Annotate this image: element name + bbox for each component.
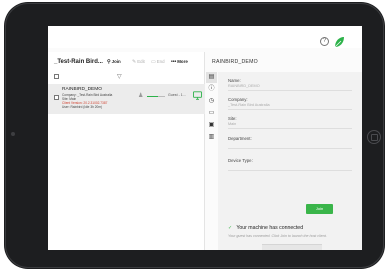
join-button[interactable]: ⚲Join (107, 59, 121, 65)
chat-icon[interactable]: ▭ (208, 110, 215, 117)
filter-icon[interactable]: ▽ (117, 74, 123, 80)
divider (228, 128, 352, 129)
top-bar: ? (48, 26, 362, 48)
divider (228, 148, 352, 149)
ellipsis-icon: ••• (171, 59, 177, 65)
detail-title: RAINBIRD_DEMO (212, 59, 258, 65)
row-checkbox[interactable] (54, 95, 59, 100)
sessions-icon[interactable]: ▤ (208, 74, 215, 81)
leaf-logo-icon (334, 37, 344, 48)
connected-title: Your machine has connected (236, 225, 304, 231)
question-circle-icon[interactable]: ? (320, 37, 329, 46)
notes-icon[interactable]: ▥ (208, 134, 215, 141)
checkmark-icon: ✓ (228, 225, 233, 231)
screen-preview-thumbnail[interactable] (262, 244, 322, 250)
join-session-button[interactable]: Join (306, 204, 333, 214)
end-icon: ▭ (151, 59, 156, 65)
camera-icon (11, 132, 15, 136)
detail-tab-rail: ▤ ⓘ ◷ ▭ ▣ ▥ (206, 72, 217, 250)
session-panel-header: _Test-Rain Bird... ⚲Join ✎Edit ▭End •••M… (48, 52, 205, 72)
connected-message: Your guest has connected. Click Join to … (228, 234, 327, 238)
company-value[interactable]: _Test-Rain Bird Australia (228, 103, 270, 107)
session-progress-fill (147, 96, 158, 97)
monitor-icon (193, 91, 202, 100)
company-label: Company: (228, 97, 248, 102)
pencil-icon: ✎ (132, 59, 137, 65)
join-label: Join (111, 59, 121, 64)
session-guest-status: Guest - 1... (168, 93, 186, 97)
divider (228, 90, 352, 91)
help-glyph: ? (322, 38, 327, 44)
session-row[interactable]: RAINBIRD_DEMO Company: _Test-Rain Bird A… (48, 84, 205, 114)
end-button[interactable]: ▭End (151, 59, 165, 65)
name-value[interactable]: RAINBIRD_DEMO (228, 84, 260, 88)
edit-label: Edit (137, 59, 145, 64)
tablet-frame: ? _Test-Rain Bird... ⚲Join ✎Edit ▭End ••… (4, 2, 385, 269)
session-list-panel: _Test-Rain Bird... ⚲Join ✎Edit ▭End •••M… (48, 52, 205, 250)
home-button-icon[interactable] (367, 130, 381, 144)
device-type-label: Device Type: (228, 158, 253, 163)
session-user: User: Rainbird (Idle 3h 20m) (62, 105, 103, 109)
connection-status: ✓ Your machine has connected (228, 225, 303, 231)
divider (228, 109, 352, 110)
edit-button[interactable]: ✎Edit (132, 59, 145, 65)
session-detail-panel: Name: RAINBIRD_DEMO Company: _Test-Rain … (218, 72, 362, 250)
site-label: Site: (228, 116, 237, 121)
join-icon: ⚲ (107, 59, 111, 65)
more-button[interactable]: •••More (171, 59, 188, 65)
divider (228, 170, 352, 171)
clock-icon[interactable]: ◷ (208, 98, 215, 105)
select-all-checkbox[interactable] (54, 74, 59, 79)
command-icon[interactable]: ▣ (208, 122, 215, 129)
site-value[interactable]: Main (228, 122, 236, 126)
name-label: Name: (228, 78, 241, 83)
session-name: RAINBIRD_DEMO (62, 87, 102, 92)
end-label: End (156, 59, 165, 64)
more-label: More (177, 59, 188, 64)
department-label: Department: (228, 136, 252, 141)
user-icon: ♟ (138, 93, 144, 99)
list-header-row: ▽ (48, 73, 205, 81)
session-group-title[interactable]: _Test-Rain Bird... (54, 59, 103, 65)
info-icon[interactable]: ⓘ (208, 86, 215, 93)
session-progress-bar (147, 96, 165, 97)
app-screen: ? _Test-Rain Bird... ⚲Join ✎Edit ▭End ••… (48, 26, 362, 250)
